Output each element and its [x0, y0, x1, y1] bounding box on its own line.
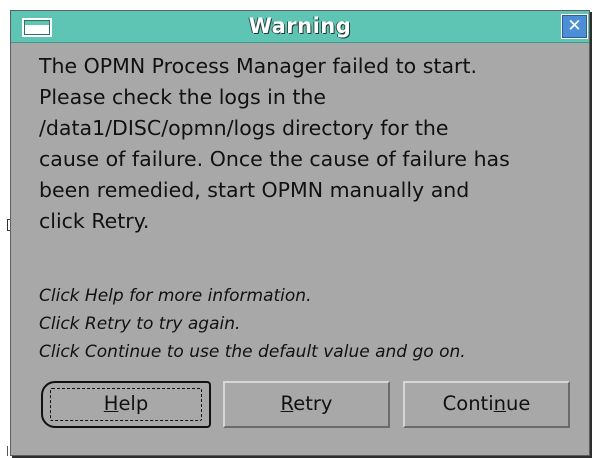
message-text: The OPMN Process Manager failed to start…: [39, 51, 579, 237]
continue-button[interactable]: Continue: [403, 381, 570, 428]
message-line: /data1/DISC/opmn/logs directory for the: [39, 116, 449, 140]
retry-button[interactable]: Retry: [223, 381, 390, 428]
hint-retry: Click Retry to try again.: [39, 314, 241, 334]
warning-dialog: Warning ✕ The OPMN Process Manager faile…: [10, 10, 590, 456]
close-icon[interactable]: ✕: [561, 14, 588, 39]
message-line: Please check the logs in the: [39, 85, 327, 109]
title-bar[interactable]: Warning ✕: [11, 11, 589, 43]
message-line: click Retry.: [39, 209, 150, 233]
background-fragment-tick: [7, 446, 8, 456]
help-button[interactable]: Help: [41, 381, 211, 428]
focus-indicator: [50, 388, 202, 421]
message-line: cause of failure. Once the cause of fail…: [39, 147, 510, 171]
message-line: been remedied, start OPMN manually and: [39, 178, 470, 202]
screen: Warning ✕ The OPMN Process Manager faile…: [0, 0, 592, 458]
dialog-title: Warning: [248, 14, 352, 38]
retry-mnemonic: R: [280, 392, 294, 415]
continue-label-start: Conti: [442, 392, 494, 415]
hint-continue: Click Continue to use the default value …: [39, 342, 466, 362]
continue-label-rest: ue: [505, 392, 531, 415]
message-line: The OPMN Process Manager failed to start…: [39, 54, 478, 78]
continue-mnemonic: n: [493, 392, 506, 415]
retry-label-rest: etry: [293, 392, 333, 415]
hint-help: Click Help for more information.: [39, 286, 312, 306]
